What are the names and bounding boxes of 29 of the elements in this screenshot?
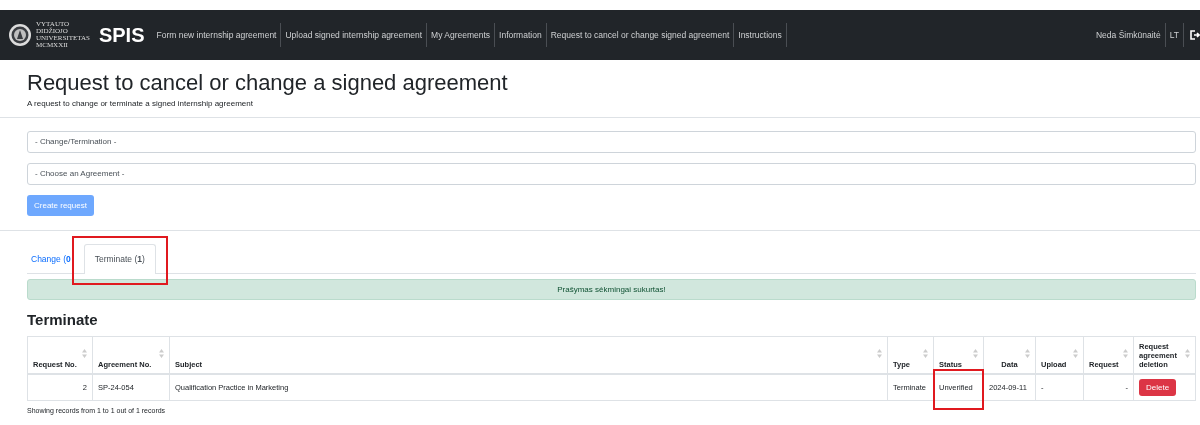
sort-icon[interactable] [1025,349,1030,359]
tab[interactable]: Terminate (1) [83,244,156,275]
select-field[interactable]: - Change/Termination - [27,131,1196,154]
page-title: Request to cancel or change a signed agreement [27,70,509,97]
nav-link[interactable]: My Agreements [427,23,496,47]
sort-icon[interactable] [82,349,87,359]
page-subtitle: A request to change or terminate a signed internship agreement [27,99,254,109]
logout-icon[interactable] [1190,30,1200,40]
sort-icon[interactable] [923,349,928,359]
nav-link[interactable]: Instructions [734,23,787,47]
section-title: Terminate [27,311,99,329]
brand-name[interactable]: SPIS [98,23,145,47]
sort-icon[interactable] [1185,349,1190,359]
nav-link[interactable]: Request to cancel or change signed agreement [546,23,735,47]
user-name[interactable]: Neda Šimkūnaitė [1091,23,1166,47]
tab[interactable]: Change (0 [27,244,75,275]
sort-icon[interactable] [877,349,882,359]
nav-link[interactable]: Upload signed internship agreement [281,23,428,47]
success-alert: Prašymas sėkmingai sukurtas! [27,279,1196,301]
select-field[interactable]: - Choose an Agreement - [27,163,1196,186]
sort-icon[interactable] [1073,349,1078,359]
sort-icon[interactable] [1123,349,1128,359]
sort-icon[interactable] [973,349,978,359]
nav-link[interactable]: Information [495,23,547,47]
seal-icon [8,23,32,47]
nav-link[interactable]: Form new internship agreement [152,23,282,47]
sort-icon[interactable] [159,349,164,359]
delete-button[interactable]: Delete [1139,379,1177,397]
language-link[interactable]: LT [1165,23,1184,47]
